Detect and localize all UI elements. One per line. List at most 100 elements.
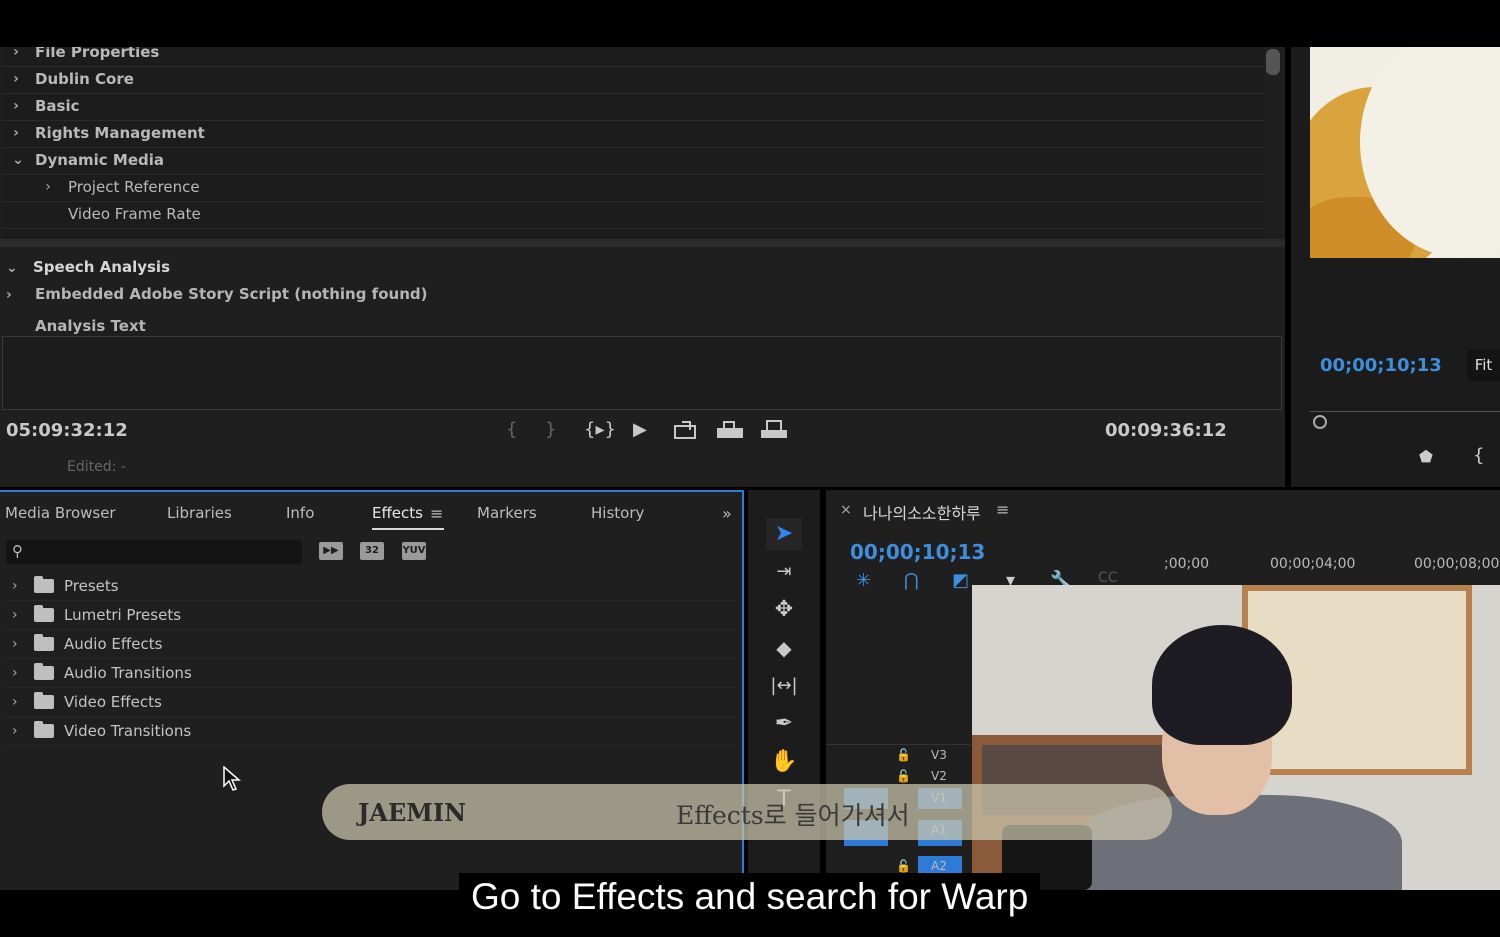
tab-history[interactable]: History: [591, 504, 644, 522]
edited-label: Edited: -: [67, 459, 126, 475]
program-monitor: 00;00;10;13 Fit ⬟ {: [1291, 47, 1500, 487]
more-tabs-icon[interactable]: »: [722, 504, 732, 523]
tab-media-browser[interactable]: Media Browser: [5, 504, 116, 522]
tab-info[interactable]: Info: [286, 504, 314, 522]
chevron-right-icon[interactable]: ›: [10, 47, 22, 66]
chevron-down-icon[interactable]: ⌄: [6, 260, 18, 276]
hand-tool-icon[interactable]: ✋: [766, 746, 802, 778]
track-v3[interactable]: 🔓 V3: [826, 744, 971, 766]
timecode-in[interactable]: 05:09:32:12: [6, 420, 128, 441]
program-ruler[interactable]: [1310, 399, 1500, 412]
meta-row-video-frame-rate[interactable]: Video Frame Rate: [2, 201, 1264, 229]
chevron-right-icon[interactable]: ›: [12, 659, 18, 687]
panel-menu-icon[interactable]: ≡: [430, 504, 443, 523]
folder-icon: [34, 634, 54, 651]
search-icon: ⚲: [12, 542, 23, 560]
snap-magnet-icon[interactable]: ⋂: [904, 570, 919, 591]
folder-icon: [34, 692, 54, 709]
chevron-right-icon[interactable]: ›: [10, 120, 22, 147]
tree-item-label: Video Transitions: [64, 722, 192, 740]
meta-row-rights-management[interactable]: › Rights Management: [2, 120, 1264, 148]
speech-analysis-row[interactable]: ⌄ Speech Analysis: [6, 252, 170, 282]
32bit-effects-icon[interactable]: 32: [360, 542, 384, 560]
tree-item-lumetri-presets[interactable]: › Lumetri Presets: [6, 601, 736, 630]
embedded-script-row[interactable]: › Embedded Adobe Story Script (nothing f…: [6, 279, 427, 309]
tree-item-label: Presets: [64, 577, 119, 595]
tree-item-audio-transitions[interactable]: › Audio Transitions: [6, 659, 736, 688]
play-icon[interactable]: ▶: [633, 419, 647, 440]
yuv-effects-icon[interactable]: YUV: [402, 542, 426, 560]
webcam-overlay: [972, 585, 1500, 890]
captions-icon[interactable]: CC: [1098, 570, 1118, 586]
close-icon[interactable]: ×: [840, 502, 852, 518]
chevron-right-icon[interactable]: ›: [42, 174, 54, 201]
metadata-panel: › File Properties › Dublin Core › Basic …: [0, 47, 1285, 487]
tab-libraries[interactable]: Libraries: [167, 504, 232, 522]
chevron-right-icon[interactable]: ›: [12, 601, 18, 629]
mark-in-icon[interactable]: {: [1473, 445, 1484, 466]
chevron-right-icon[interactable]: ›: [12, 717, 18, 745]
video-subtitle: Go to Effects and search for Warp: [459, 873, 1041, 921]
meta-row-dublin-core[interactable]: › Dublin Core: [2, 66, 1264, 94]
ripple-edit-tool-icon[interactable]: ✥: [766, 594, 802, 626]
chevron-right-icon[interactable]: ›: [10, 66, 22, 93]
pen-tool-icon[interactable]: ✒: [766, 708, 802, 740]
ruler-tick: ;00;00: [1164, 556, 1210, 572]
marker-icon[interactable]: ⬟: [1419, 447, 1433, 466]
slip-tool-icon[interactable]: |↔|: [766, 670, 802, 702]
tree-item-label: Lumetri Presets: [64, 606, 182, 624]
accelerated-effects-icon[interactable]: ▶▶: [319, 542, 343, 560]
export-frame-icon[interactable]: [760, 420, 788, 440]
track-select-tool-icon[interactable]: ⇥: [766, 556, 802, 588]
chevron-right-icon[interactable]: ›: [12, 572, 18, 600]
zoom-select[interactable]: Fit: [1467, 349, 1500, 381]
meta-row-label: Project Reference: [68, 178, 200, 196]
timeline-timecode[interactable]: 00;00;10;13: [850, 540, 985, 564]
meta-row-project-reference[interactable]: › Project Reference: [2, 174, 1264, 202]
tab-effects[interactable]: Effects: [372, 504, 423, 522]
mark-in-icon[interactable]: {: [506, 419, 517, 440]
sequence-tab[interactable]: 나나의소소한하루: [863, 500, 981, 524]
tree-item-label: Audio Effects: [64, 635, 163, 653]
letterbox-top: [0, 0, 1500, 47]
tree-item-video-transitions[interactable]: › Video Transitions: [6, 717, 736, 746]
meta-row-basic[interactable]: › Basic: [2, 93, 1264, 121]
tab-markers[interactable]: Markers: [477, 504, 537, 522]
folder-star-icon: [34, 605, 54, 622]
meta-row-dynamic-media[interactable]: ⌄ Dynamic Media: [2, 147, 1264, 175]
ruler-tick: 00;00;08;00: [1414, 556, 1500, 572]
track-label: V3: [931, 748, 947, 762]
chevron-right-icon[interactable]: ›: [12, 688, 18, 716]
meta-row-label: File Properties: [35, 47, 160, 61]
nest-icon[interactable]: ✳: [856, 570, 871, 591]
meta-row-label: Video Frame Rate: [68, 205, 201, 223]
insert-icon[interactable]: [674, 420, 696, 440]
playhead-icon[interactable]: [1313, 415, 1327, 429]
tree-item-video-effects[interactable]: › Video Effects: [6, 688, 736, 717]
caption-banner: JAEMIN Effects로 들어가셔서: [322, 784, 1172, 840]
sequence-menu-icon[interactable]: ≡: [996, 500, 1009, 519]
chevron-down-icon[interactable]: ⌄: [12, 147, 24, 174]
selection-tool-icon[interactable]: ➤: [766, 518, 802, 550]
analysis-text-field[interactable]: [2, 336, 1282, 410]
mark-out-icon[interactable]: }: [545, 419, 556, 440]
program-timecode[interactable]: 00;00;10;13: [1320, 355, 1442, 376]
tree-item-audio-effects[interactable]: › Audio Effects: [6, 630, 736, 659]
folder-icon: [34, 663, 54, 680]
timecode-out[interactable]: 00:09:36:12: [1105, 420, 1227, 441]
effects-search-input[interactable]: ⚲: [6, 540, 302, 564]
meta-row-file-properties[interactable]: › File Properties: [2, 47, 1264, 67]
metadata-list: › File Properties › Dublin Core › Basic …: [2, 47, 1264, 239]
banner-logo: JAEMIN: [358, 798, 466, 827]
overwrite-icon[interactable]: [716, 420, 744, 440]
metadata-scrollbar[interactable]: [1266, 49, 1280, 75]
linked-selection-icon[interactable]: ◩: [952, 570, 969, 591]
lock-icon[interactable]: 🔓: [896, 745, 911, 766]
go-to-in-icon[interactable]: {▸}: [584, 419, 616, 440]
tree-item-presets[interactable]: › Presets: [6, 572, 736, 601]
section-title: Speech Analysis: [33, 258, 171, 276]
chevron-right-icon[interactable]: ›: [12, 630, 18, 658]
chevron-right-icon[interactable]: ›: [6, 287, 12, 303]
chevron-right-icon[interactable]: ›: [10, 93, 22, 120]
razor-tool-icon[interactable]: ◆: [766, 632, 802, 664]
